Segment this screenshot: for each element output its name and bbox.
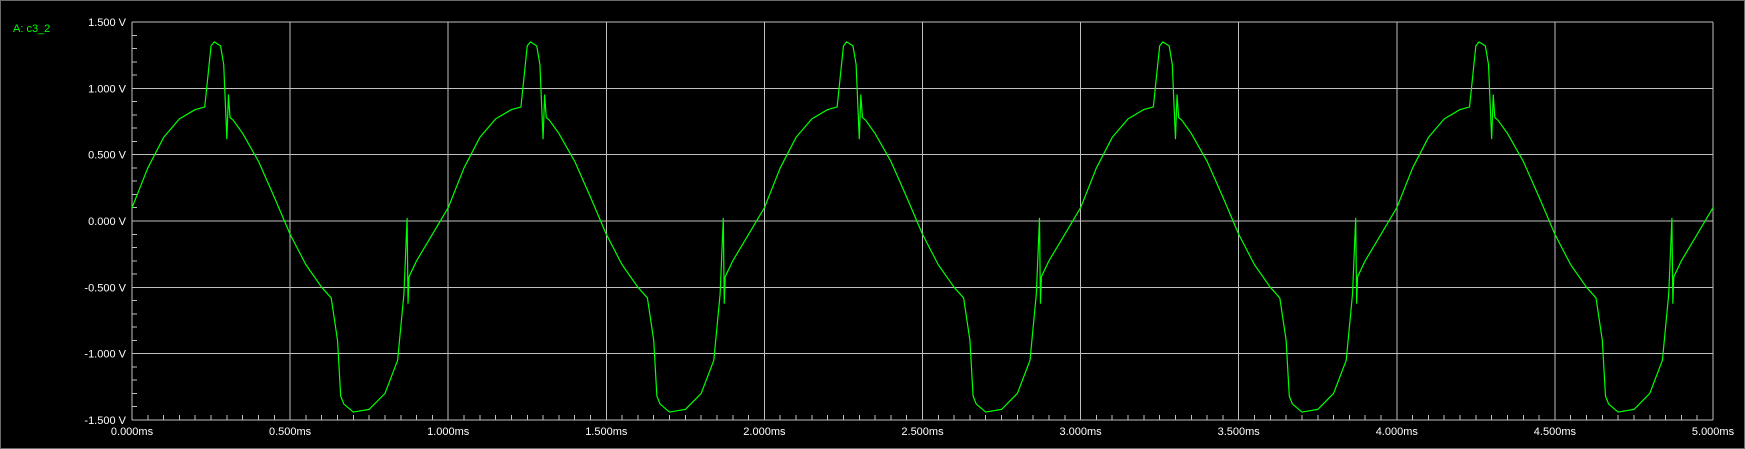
y-axis-tick-labels: 1.500 V 1.000 V 0.500 V 0.000 V -0.500 V -1.0… (84, 17, 126, 427)
x-tick-label: 3.500ms (1218, 426, 1261, 438)
y-tick-label: 1.500 V (88, 17, 127, 29)
y-tick-label: -1.000 V (84, 349, 126, 361)
x-tick-label: 2.000ms (743, 426, 786, 438)
x-tick-label: 1.500ms (585, 426, 628, 438)
y-tick-label: 1.000 V (88, 83, 127, 95)
x-tick-label: 4.500ms (1534, 426, 1577, 438)
x-tick-label: 5.000ms (1692, 426, 1735, 438)
y-tick-label: 0.000 V (88, 216, 127, 228)
x-tick-label: 1.000ms (427, 426, 470, 438)
x-tick-label: 0.500ms (269, 426, 312, 438)
x-tick-label: 3.000ms (1059, 426, 1102, 438)
x-tick-label: 0.000ms (111, 426, 154, 438)
x-axis-tick-labels: 0.000ms 0.500ms 1.000ms 1.500ms 2.000ms 2.500… (111, 426, 1735, 438)
x-tick-label: 4.000ms (1376, 426, 1419, 438)
y-tick-label: -0.500 V (84, 282, 126, 294)
grid-lines (131, 21, 1714, 421)
oscilloscope-window: A: c3_2 1.500 V 1.000 V 0.500 V 0.000 V -0.5… (0, 0, 1745, 449)
x-tick-label: 2.500ms (901, 426, 944, 438)
y-tick-label: 0.500 V (88, 150, 127, 162)
waveform-plot: 1.500 V 1.000 V 0.500 V 0.000 V -0.500 V -1.0… (84, 17, 1735, 438)
